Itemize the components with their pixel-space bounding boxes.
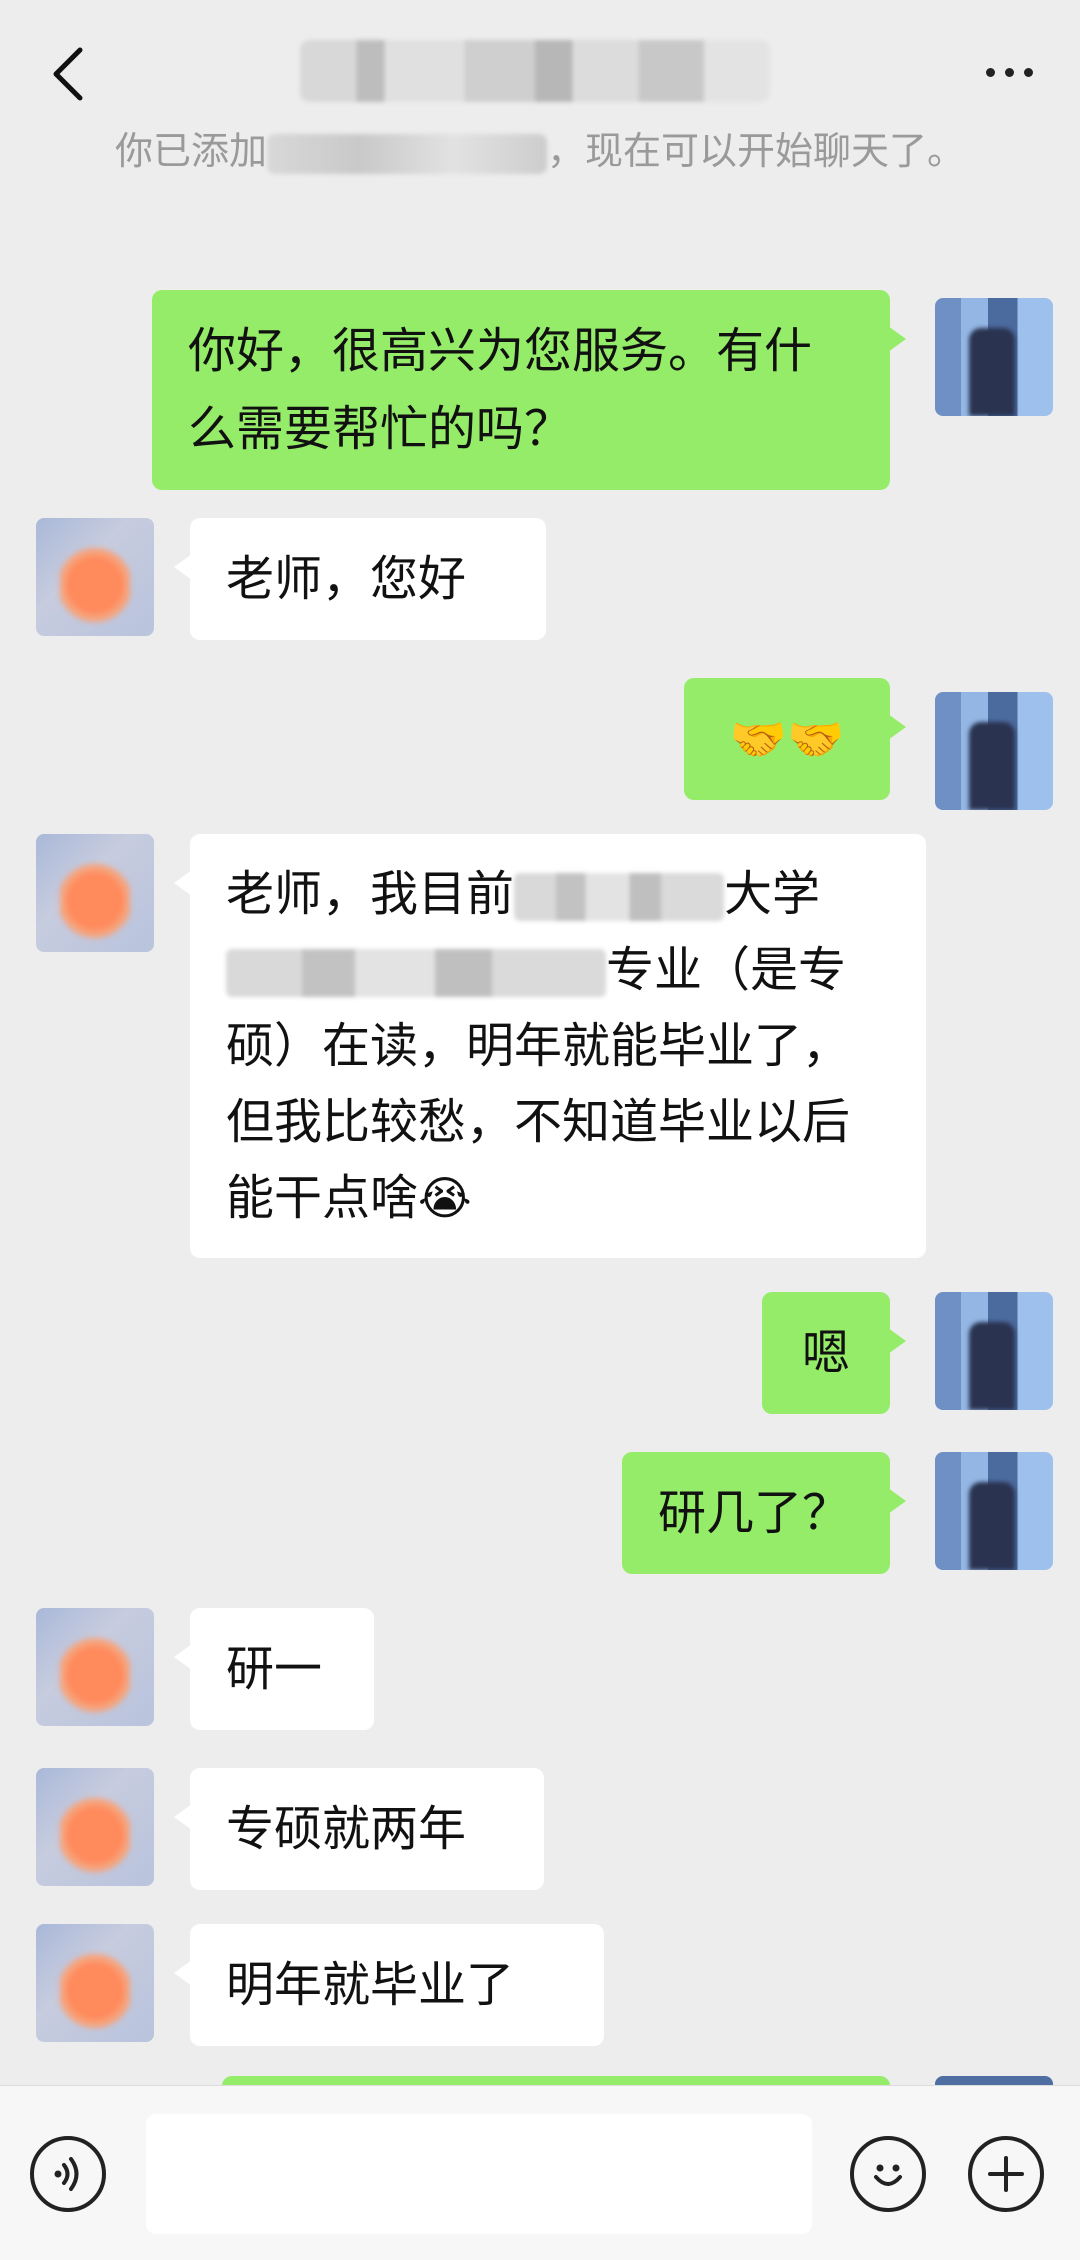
message-bubble[interactable]: 明年就毕业了 <box>174 1924 604 2046</box>
voice-button[interactable] <box>30 2136 106 2212</box>
my-avatar[interactable] <box>935 1452 1053 1570</box>
message-bubble[interactable]: 研一 <box>174 1608 374 1730</box>
blurred-university <box>514 873 725 921</box>
more-dots-icon <box>985 67 995 77</box>
message-text: 明年就毕业了 <box>226 1957 515 2013</box>
system-notice: 你已添加 ，现在可以开始聊天了。 <box>110 120 970 182</box>
voice-icon <box>54 2157 79 2191</box>
message-text: 老师，您好 <box>226 551 467 607</box>
system-notice-prefix: 你已添加 <box>114 129 267 173</box>
message-text: 专硕就两年 <box>226 1801 467 1857</box>
message-bubble[interactable]: 你好，很高兴为您服务。有什么需要帮忙的吗？ <box>152 290 906 490</box>
message-bubble[interactable]: 老师，您好 <box>174 518 546 640</box>
message-text: 老师，我目前 <box>226 866 515 922</box>
plus-icon <box>988 2156 1024 2192</box>
blurred-major <box>226 949 606 997</box>
message-text: 大学 <box>724 866 821 922</box>
message-text: 嗯 <box>801 1325 850 1381</box>
handshake-emoji: 🤝🤝 <box>729 712 845 766</box>
emoji-icon <box>874 2164 902 2186</box>
message-text: 研一 <box>226 1641 323 1697</box>
message-bubble[interactable]: 老师，我目前 大学专业（是专硕）在读，明年就能毕业了，但我比较愁，不知道毕业以后能… <box>174 834 926 1258</box>
message-text: 你好，很高兴为您服务。有什么需要帮忙的吗？ <box>188 323 813 457</box>
my-avatar[interactable] <box>935 298 1053 416</box>
contact-avatar[interactable] <box>36 1608 154 1726</box>
message-bubble[interactable]: 嗯 <box>762 1292 906 1414</box>
input-bar <box>0 2085 1080 2260</box>
my-avatar[interactable] <box>935 692 1053 810</box>
message-bubble[interactable]: 🤝🤝 <box>684 678 906 800</box>
more-button[interactable] <box>974 52 1044 92</box>
crying-emoji: 😭 <box>418 1171 472 1225</box>
my-avatar[interactable] <box>935 1292 1053 1410</box>
system-notice-suffix: ，现在可以开始聊天了。 <box>547 129 966 173</box>
contact-avatar[interactable] <box>36 518 154 636</box>
contact-avatar[interactable] <box>36 1768 154 1886</box>
plus-button[interactable] <box>968 2136 1044 2212</box>
contact-avatar[interactable] <box>36 1924 154 2042</box>
chat-title <box>300 40 770 102</box>
blurred-contact-name <box>267 133 547 174</box>
message-text: 研几了？ <box>658 1485 851 1541</box>
chevron-left-icon <box>53 47 83 101</box>
contact-avatar[interactable] <box>36 834 154 952</box>
emoji-button[interactable] <box>850 2136 926 2212</box>
message-input[interactable] <box>146 2114 812 2234</box>
back-button[interactable] <box>38 44 98 104</box>
message-bubble[interactable]: 专硕就两年 <box>174 1768 544 1890</box>
message-bubble[interactable]: 研几了？ <box>622 1452 906 1574</box>
